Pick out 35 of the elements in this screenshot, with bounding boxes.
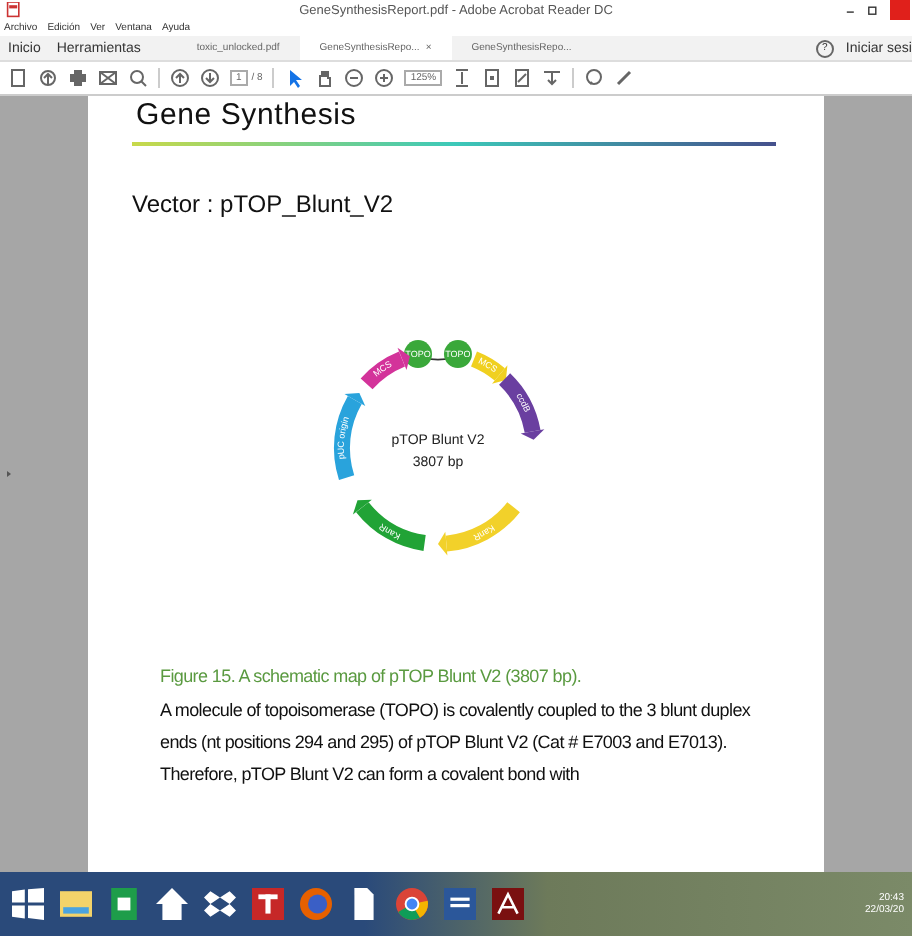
firefox-icon[interactable] bbox=[300, 888, 332, 920]
windows-logo-icon[interactable] bbox=[12, 888, 44, 920]
word-icon[interactable] bbox=[444, 888, 476, 920]
close-icon[interactable] bbox=[888, 0, 912, 20]
acrobat-icon[interactable] bbox=[492, 888, 524, 920]
search-icon[interactable] bbox=[128, 68, 148, 88]
cloud-upload-icon[interactable] bbox=[38, 68, 58, 88]
document-heading: Gene Synthesis bbox=[136, 98, 357, 134]
comment-icon[interactable] bbox=[584, 68, 605, 88]
dropbox-icon[interactable] bbox=[204, 888, 236, 920]
zoom-out-icon[interactable] bbox=[344, 68, 365, 88]
letter-tile-icon[interactable] bbox=[252, 888, 284, 920]
pen-icon[interactable] bbox=[614, 68, 635, 88]
file-icon[interactable] bbox=[348, 888, 380, 920]
hand-icon[interactable] bbox=[314, 68, 335, 88]
restore-icon[interactable] bbox=[866, 2, 880, 18]
home-icon[interactable] bbox=[156, 888, 188, 920]
previous-page-icon[interactable] bbox=[170, 68, 190, 88]
page-view-icon[interactable] bbox=[482, 68, 503, 88]
rotate-icon[interactable] bbox=[512, 68, 533, 88]
pointer-icon[interactable] bbox=[284, 68, 305, 88]
print-icon[interactable] bbox=[68, 68, 88, 88]
document-icon[interactable] bbox=[8, 68, 28, 88]
chrome-icon[interactable] bbox=[396, 888, 428, 920]
figure-caption: Figure 15. A schematic map of pTOP Blunt V2 (3807 bp). bbox=[160, 666, 584, 686]
fit-page-icon[interactable] bbox=[452, 68, 473, 88]
mail-icon[interactable] bbox=[98, 68, 118, 88]
collapse-arrow-icon[interactable] bbox=[4, 466, 14, 482]
folder-icon[interactable] bbox=[60, 888, 92, 920]
body-paragraph: A molecule of topoisomerase (TOPO) is covalently coupled to the 3 blunt duplex ends (nt positions 294 and 295) of pTOP Blunt V2 (Cat # E7003 and E7013). Therefore, pTOP Blunt V2 can form a covalent bond with bbox=[160, 698, 753, 788]
vector-label: Vector : pTOP_Blunt_V2 bbox=[132, 190, 396, 218]
next-page-icon[interactable] bbox=[200, 68, 220, 88]
spreadsheet-icon[interactable] bbox=[108, 888, 140, 920]
highlight-icon[interactable] bbox=[542, 68, 563, 88]
zoom-in-icon[interactable] bbox=[374, 68, 395, 88]
